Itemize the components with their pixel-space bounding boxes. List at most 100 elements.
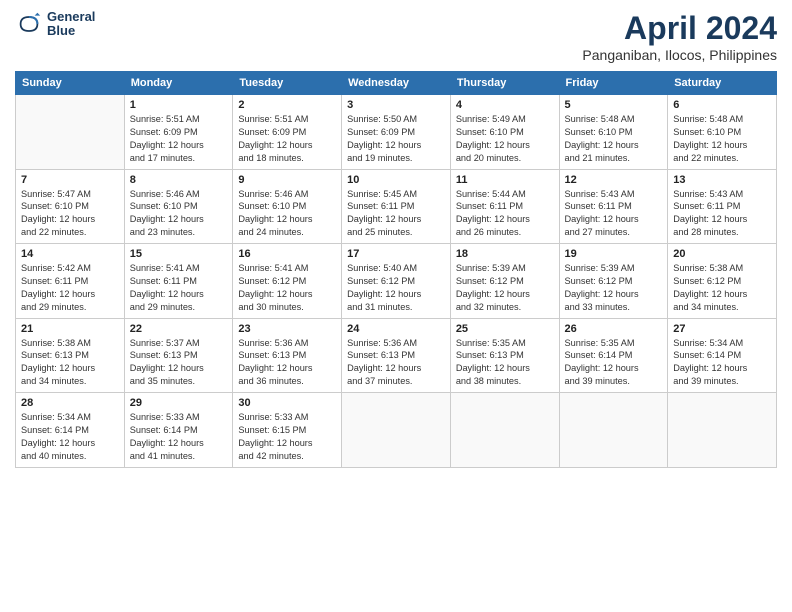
day-info: Sunrise: 5:34 AM Sunset: 6:14 PM Dayligh… — [673, 337, 771, 389]
header-monday: Monday — [124, 72, 233, 95]
day-info: Sunrise: 5:39 AM Sunset: 6:12 PM Dayligh… — [565, 262, 663, 314]
calendar-week-row: 7 Sunrise: 5:47 AM Sunset: 6:10 PM Daylig… — [16, 169, 777, 244]
logo-line1: General — [47, 10, 95, 24]
calendar-table: Sunday Monday Tuesday Wednesday Thursday… — [15, 71, 777, 468]
table-row: 1 Sunrise: 5:51 AM Sunset: 6:09 PM Daylig… — [124, 95, 233, 170]
table-row: 24 Sunrise: 5:36 AM Sunset: 6:13 PM Dayli… — [342, 318, 451, 393]
day-number: 23 — [238, 323, 336, 335]
title-block: April 2024 Panganiban, Ilocos, Philippin… — [582, 10, 777, 63]
table-row: 29 Sunrise: 5:33 AM Sunset: 6:14 PM Dayli… — [124, 393, 233, 468]
day-info: Sunrise: 5:38 AM Sunset: 6:13 PM Dayligh… — [21, 337, 119, 389]
day-number: 30 — [238, 397, 336, 409]
day-info: Sunrise: 5:33 AM Sunset: 6:15 PM Dayligh… — [238, 411, 336, 463]
table-row: 27 Sunrise: 5:34 AM Sunset: 6:14 PM Dayli… — [668, 318, 777, 393]
day-info: Sunrise: 5:33 AM Sunset: 6:14 PM Dayligh… — [130, 411, 228, 463]
table-row: 26 Sunrise: 5:35 AM Sunset: 6:14 PM Dayli… — [559, 318, 668, 393]
header-friday: Friday — [559, 72, 668, 95]
calendar-week-row: 1 Sunrise: 5:51 AM Sunset: 6:09 PM Daylig… — [16, 95, 777, 170]
day-number: 3 — [347, 99, 445, 111]
table-row: 3Sunrise: 5:50 AM Sunset: 6:09 PM Daylig… — [342, 95, 451, 170]
day-number: 27 — [673, 323, 771, 335]
day-number: 2 — [238, 99, 336, 111]
page: General Blue April 2024 Panganiban, Iloc… — [0, 0, 792, 612]
day-info: Sunrise: 5:44 AM Sunset: 6:11 PM Dayligh… — [456, 188, 554, 240]
logo-text: General Blue — [47, 10, 95, 39]
day-info: Sunrise: 5:37 AM Sunset: 6:13 PM Dayligh… — [130, 337, 228, 389]
table-row: 4 Sunrise: 5:49 AM Sunset: 6:10 PM Daylig… — [450, 95, 559, 170]
day-number: 17 — [347, 248, 445, 260]
logo: General Blue — [15, 10, 95, 39]
day-info: Sunrise: 5:51 AM Sunset: 6:09 PM Dayligh… — [130, 113, 228, 165]
day-number: 5 — [565, 99, 663, 111]
day-number: 16 — [238, 248, 336, 260]
day-number: 6 — [673, 99, 771, 111]
day-info: Sunrise: 5:45 AM Sunset: 6:11 PM Dayligh… — [347, 188, 445, 240]
header-thursday: Thursday — [450, 72, 559, 95]
day-number: 24 — [347, 323, 445, 335]
table-row — [16, 95, 125, 170]
day-info: Sunrise: 5:41 AM Sunset: 6:11 PM Dayligh… — [130, 262, 228, 314]
day-info: Sunrise: 5:39 AM Sunset: 6:12 PM Dayligh… — [456, 262, 554, 314]
calendar-week-row: 21 Sunrise: 5:38 AM Sunset: 6:13 PM Dayli… — [16, 318, 777, 393]
table-row: 22 Sunrise: 5:37 AM Sunset: 6:13 PM Dayli… — [124, 318, 233, 393]
day-info: Sunrise: 5:38 AM Sunset: 6:12 PM Dayligh… — [673, 262, 771, 314]
table-row: 28 Sunrise: 5:34 AM Sunset: 6:14 PM Dayli… — [16, 393, 125, 468]
table-row: 7 Sunrise: 5:47 AM Sunset: 6:10 PM Daylig… — [16, 169, 125, 244]
table-row: 21 Sunrise: 5:38 AM Sunset: 6:13 PM Dayli… — [16, 318, 125, 393]
day-number: 29 — [130, 397, 228, 409]
calendar-title: April 2024 — [582, 10, 777, 47]
day-info: Sunrise: 5:46 AM Sunset: 6:10 PM Dayligh… — [238, 188, 336, 240]
day-number: 26 — [565, 323, 663, 335]
table-row: 8 Sunrise: 5:46 AM Sunset: 6:10 PM Daylig… — [124, 169, 233, 244]
calendar-subtitle: Panganiban, Ilocos, Philippines — [582, 47, 777, 63]
header-saturday: Saturday — [668, 72, 777, 95]
day-number: 9 — [238, 174, 336, 186]
day-number: 22 — [130, 323, 228, 335]
table-row — [668, 393, 777, 468]
table-row: 15 Sunrise: 5:41 AM Sunset: 6:11 PM Dayli… — [124, 244, 233, 319]
day-info: Sunrise: 5:42 AM Sunset: 6:11 PM Dayligh… — [21, 262, 119, 314]
day-info: Sunrise: 5:35 AM Sunset: 6:14 PM Dayligh… — [565, 337, 663, 389]
day-info: Sunrise: 5:36 AM Sunset: 6:13 PM Dayligh… — [347, 337, 445, 389]
day-info: Sunrise: 5:34 AM Sunset: 6:14 PM Dayligh… — [21, 411, 119, 463]
table-row: 9 Sunrise: 5:46 AM Sunset: 6:10 PM Daylig… — [233, 169, 342, 244]
table-row: 18 Sunrise: 5:39 AM Sunset: 6:12 PM Dayli… — [450, 244, 559, 319]
table-row — [342, 393, 451, 468]
table-row: 17 Sunrise: 5:40 AM Sunset: 6:12 PM Dayli… — [342, 244, 451, 319]
day-info: Sunrise: 5:46 AM Sunset: 6:10 PM Dayligh… — [130, 188, 228, 240]
table-row — [450, 393, 559, 468]
day-number: 20 — [673, 248, 771, 260]
header-wednesday: Wednesday — [342, 72, 451, 95]
table-row: 5 Sunrise: 5:48 AM Sunset: 6:10 PM Daylig… — [559, 95, 668, 170]
header-tuesday: Tuesday — [233, 72, 342, 95]
day-info: Sunrise: 5:49 AM Sunset: 6:10 PM Dayligh… — [456, 113, 554, 165]
day-info: Sunrise: 5:47 AM Sunset: 6:10 PM Dayligh… — [21, 188, 119, 240]
day-number: 8 — [130, 174, 228, 186]
day-info: Sunrise: 5:48 AM Sunset: 6:10 PM Dayligh… — [565, 113, 663, 165]
day-info: Sunrise: 5:41 AM Sunset: 6:12 PM Dayligh… — [238, 262, 336, 314]
day-number: 14 — [21, 248, 119, 260]
day-info: Sunrise: 5:40 AM Sunset: 6:12 PM Dayligh… — [347, 262, 445, 314]
table-row: 6Sunrise: 5:48 AM Sunset: 6:10 PM Daylig… — [668, 95, 777, 170]
day-number: 12 — [565, 174, 663, 186]
logo-icon — [15, 10, 43, 38]
day-number: 11 — [456, 174, 554, 186]
day-number: 1 — [130, 99, 228, 111]
day-number: 28 — [21, 397, 119, 409]
table-row: 12Sunrise: 5:43 AM Sunset: 6:11 PM Dayli… — [559, 169, 668, 244]
day-number: 18 — [456, 248, 554, 260]
table-row: 20 Sunrise: 5:38 AM Sunset: 6:12 PM Dayli… — [668, 244, 777, 319]
table-row: 11 Sunrise: 5:44 AM Sunset: 6:11 PM Dayli… — [450, 169, 559, 244]
day-number: 15 — [130, 248, 228, 260]
day-number: 13 — [673, 174, 771, 186]
day-info: Sunrise: 5:43 AM Sunset: 6:11 PM Dayligh… — [673, 188, 771, 240]
table-row: 16 Sunrise: 5:41 AM Sunset: 6:12 PM Dayli… — [233, 244, 342, 319]
day-number: 21 — [21, 323, 119, 335]
day-number: 19 — [565, 248, 663, 260]
day-number: 4 — [456, 99, 554, 111]
header: General Blue April 2024 Panganiban, Iloc… — [15, 10, 777, 63]
table-row: 14 Sunrise: 5:42 AM Sunset: 6:11 PM Dayli… — [16, 244, 125, 319]
calendar-header-row: Sunday Monday Tuesday Wednesday Thursday… — [16, 72, 777, 95]
logo-line2: Blue — [47, 24, 95, 38]
day-number: 7 — [21, 174, 119, 186]
